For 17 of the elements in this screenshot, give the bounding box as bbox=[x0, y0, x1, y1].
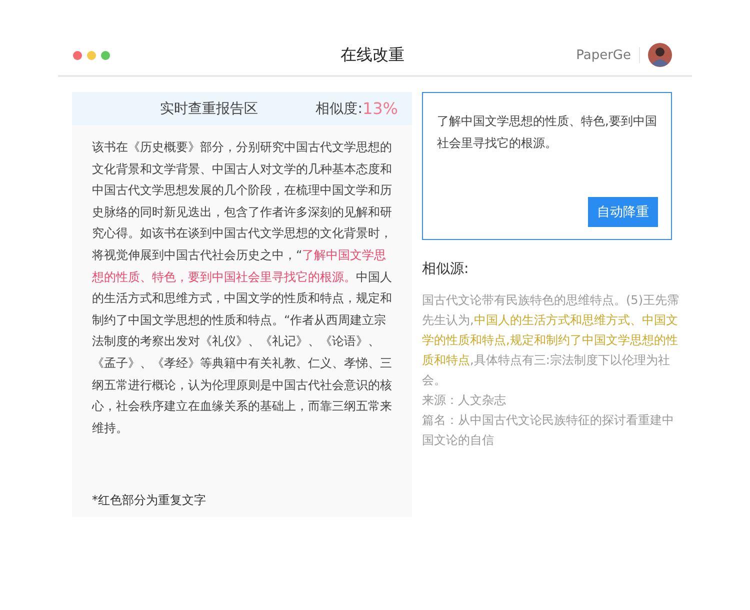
text-editor[interactable]: 了解中国文学思想的性质、特色,要到中国社会里寻找它的根源。 自动降重 bbox=[422, 92, 672, 240]
report-text: 该书在《历史概要》部分，分别研究中国古代文学思想的文化背景和文学背景、中国古人对文学的几种基本态度和中国古代文学思想发展的几个阶段，在梳理中国文学和历史脉络的同时新见迭出，包含了作者许多深刻的见解和研究心得。如该书在谈到中国古代文学思想的文化背景时，将视觉伸展到中国古代社会历史之中，“了解中国文学思想的性质、特色，要到中国社会里寻找它的根源。中国人的生活方式和思维方式，中国文学的性质和特点，规定和制约了中国文学思想的性质和特点。“作者从西周建立宗法制度的考察出发对《礼仪》、《礼记》、《论语》、《孟子》、《孝经》等典籍中有关礼教、仁义、孝悌、三纲五常进行概论，认为伦理原则是中国古代社会意识的核心，社会秩序建立在血缘关系的基础上，而靠三纲五常来维持。 bbox=[92, 139, 392, 437]
similarity-value: 13% bbox=[362, 99, 398, 118]
article-text: 篇名：从中国古代文论民族特征的探讨看重建中国文论的自信 bbox=[422, 412, 675, 449]
maximize-icon[interactable] bbox=[101, 50, 110, 60]
similarity-label: 相似度: bbox=[316, 100, 362, 118]
minimize-icon[interactable] bbox=[87, 50, 96, 60]
avatar-icon[interactable] bbox=[648, 43, 672, 67]
close-icon[interactable] bbox=[73, 50, 82, 60]
report-title: 实时查重报告区 bbox=[160, 100, 258, 118]
window-title: 在线改重 bbox=[340, 44, 404, 66]
editor-text: 了解中国文学思想的性质、特色,要到中国社会里寻找它的根源。 bbox=[437, 113, 657, 152]
user-name: PaperGe bbox=[576, 48, 631, 62]
source-excerpt: 国古代文论带有民族特色的思维特点。(5)王先霈先生认为,中国人的生活方式和思维方式、中国文学的性质和特点,规定和制约了中国文学思想的性质和特点,具体特点有三:宗法制度下以伦理为社会。 bbox=[422, 292, 680, 389]
sources-title: 相似源: bbox=[422, 260, 470, 278]
source-text: 来源：人文杂志 bbox=[422, 392, 507, 409]
note-text: *红色部分为重复文字 bbox=[92, 492, 207, 509]
